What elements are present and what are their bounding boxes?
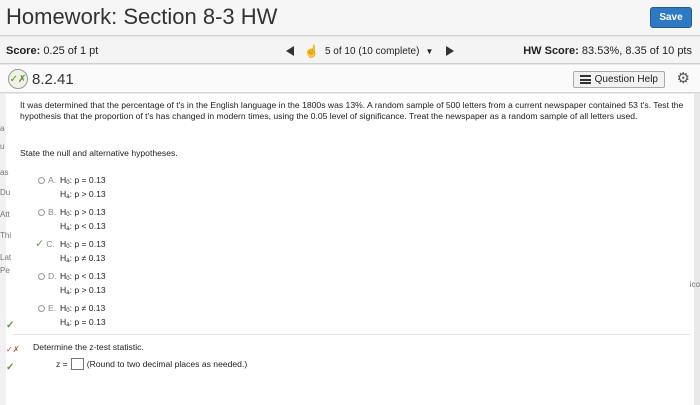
question-help-button[interactable]: Question Help — [572, 71, 665, 88]
hw-score-label: HW Score: — [523, 45, 579, 57]
question-help-label: Question Help — [594, 74, 658, 85]
choice-a[interactable]: A. H0: p = 0.13 Ha: p > 0.13 — [38, 175, 106, 203]
radio-button[interactable] — [38, 273, 45, 280]
z-hint: (Round to two decimal places as needed.) — [86, 359, 248, 369]
score: Score: 0.25 of 1 pt — [6, 45, 98, 57]
radio-button[interactable] — [38, 209, 45, 216]
page-title: Homework: Section 8-3 HW — [6, 4, 278, 29]
score-value: 0.25 of 1 pt — [43, 45, 99, 57]
check-icon: ✓ — [6, 362, 15, 373]
next-question-icon[interactable] — [445, 44, 455, 58]
alt-hypothesis: Ha: p > 0.13 — [60, 285, 106, 296]
alt-hypothesis: Ha: p ≠ 0.13 — [60, 253, 106, 264]
check-icon: ✓ — [35, 238, 45, 250]
score-label: Score: — [6, 45, 41, 57]
choice-d[interactable]: D. H0: p < 0.13 Ha: p > 0.13 — [38, 271, 106, 299]
choice-e[interactable]: E. H0: p ≠ 0.13 Ha: p = 0.13 — [38, 303, 106, 331]
hw-score-value: 83.53%, 8.35 of 10 pts — [581, 45, 692, 57]
margin-fragment: Thi — [0, 231, 12, 240]
ztest-prompt: Determine the z-test statistic. — [33, 342, 144, 352]
divider — [12, 334, 690, 335]
question-bar: ✓✗ 8.2.41 Question Help ⚙ — [0, 65, 700, 93]
previous-question-icon[interactable] — [284, 44, 298, 58]
question-nav: ☝ 5 of 10 (10 complete) ▼ — [284, 41, 455, 61]
chevron-down-icon[interactable]: ▼ — [425, 47, 433, 56]
z-answer-input[interactable] — [70, 358, 84, 370]
partial-credit-icon: ✓✗ — [8, 69, 28, 89]
alt-hypothesis: Ha: p > 0.13 — [60, 189, 106, 200]
margin-fragment: Pe — [0, 266, 10, 275]
header: Homework: Section 8-3 HW Save — [0, 0, 700, 36]
save-button[interactable]: Save — [650, 7, 692, 28]
margin-fragment: as — [0, 168, 9, 177]
margin-fragment: Lat — [0, 253, 12, 262]
hypotheses-prompt: State the null and alternative hypothese… — [20, 148, 178, 158]
margin-fragment: Du — [0, 188, 11, 197]
check-icon: ✓ — [6, 320, 15, 331]
partial-credit-icon: ✓✗ — [6, 345, 20, 354]
margin-fragment: Att — [0, 210, 10, 219]
z-answer-row: z = (Round to two decimal places as need… — [56, 358, 247, 370]
margin-fragment: u — [0, 142, 5, 151]
margin-fragment: ico — [689, 280, 700, 289]
hand-pointer-icon: ☝ — [304, 44, 319, 58]
gear-icon[interactable]: ⚙ — [677, 69, 690, 87]
score-bar: Score: 0.25 of 1 pt ☝ 5 of 10 (10 comple… — [0, 37, 700, 64]
list-icon — [579, 75, 591, 84]
radio-button[interactable] — [38, 305, 45, 312]
z-label: z = — [56, 359, 68, 369]
choice-b[interactable]: B. H0: p > 0.13 Ha: p < 0.13 — [38, 207, 106, 235]
progress-dropdown[interactable]: 5 of 10 (10 complete) — [325, 46, 420, 57]
hw-score: HW Score: 83.53%, 8.35 of 10 pts — [523, 45, 692, 57]
margin-fragment: a — [0, 124, 5, 133]
alt-hypothesis: Ha: p = 0.13 — [60, 317, 106, 328]
alt-hypothesis: Ha: p < 0.13 — [60, 221, 106, 232]
radio-button[interactable] — [38, 177, 45, 184]
problem-text: It was determined that the percentage of… — [20, 100, 684, 121]
choice-c[interactable]: ✓ C. H0: p = 0.13 Ha: p ≠ 0.13 — [35, 238, 106, 267]
question-number: 8.2.41 — [32, 71, 74, 88]
